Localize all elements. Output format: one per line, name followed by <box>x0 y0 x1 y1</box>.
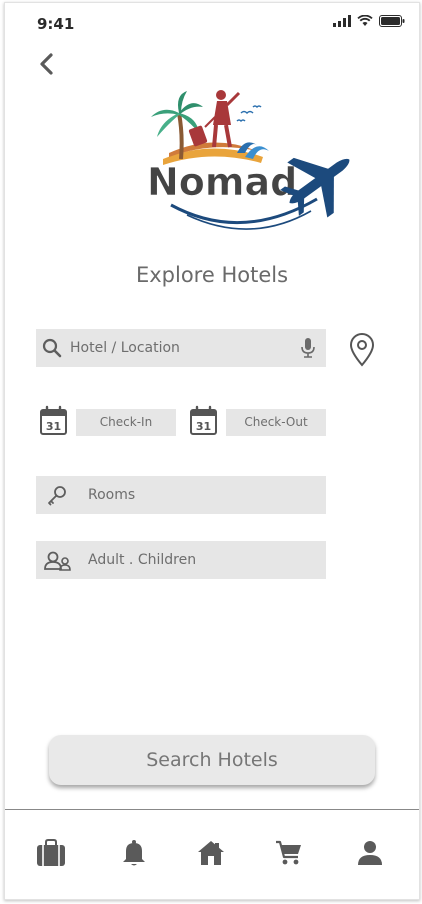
page-title: Explore Hotels <box>135 263 289 287</box>
home-icon <box>198 841 224 865</box>
tabbar-divider <box>5 809 419 810</box>
key-icon <box>48 486 66 506</box>
nomad-logo: Nomad <box>141 87 363 245</box>
check-out-calendar-icon[interactable]: 31 <box>189 405 219 437</box>
location-pin-icon <box>349 333 375 367</box>
hotel-search-input[interactable]: Hotel / Location <box>36 329 326 367</box>
user-icon <box>358 841 382 865</box>
guests-label: Adult . Children <box>88 552 197 568</box>
tab-notifications[interactable] <box>114 833 154 873</box>
tab-cart[interactable] <box>269 833 309 873</box>
phone-screen: 9:41 Nomad Explore Hotels Hotel / Locati… <box>4 2 420 900</box>
microphone-icon[interactable] <box>300 337 316 359</box>
bottom-tab-bar <box>5 833 419 883</box>
back-button[interactable] <box>35 51 59 79</box>
status-bar: 9:41 <box>5 3 419 43</box>
wifi-icon <box>357 15 373 26</box>
check-in-calendar-icon[interactable]: 31 <box>39 405 69 437</box>
bell-icon <box>123 840 145 866</box>
status-icons <box>333 15 405 27</box>
signal-icon <box>333 15 351 27</box>
tab-home[interactable] <box>191 833 231 873</box>
brand-wordmark: Nomad <box>147 160 297 204</box>
hotel-search-placeholder: Hotel / Location <box>70 340 180 356</box>
check-out-calendar-day: 31 <box>196 420 211 433</box>
guests-field[interactable]: Adult . Children <box>36 541 326 579</box>
battery-icon <box>379 15 405 27</box>
check-in-field[interactable]: Check-In <box>76 409 176 436</box>
users-icon <box>44 551 71 571</box>
cart-icon <box>276 840 301 865</box>
chevron-left-icon <box>40 53 53 75</box>
status-time: 9:41 <box>37 15 75 33</box>
rooms-field[interactable]: Rooms <box>36 476 326 514</box>
current-location-button[interactable] <box>347 332 377 368</box>
tab-trips[interactable] <box>31 833 71 873</box>
tab-profile[interactable] <box>350 833 390 873</box>
search-hotels-button[interactable]: Search Hotels <box>49 735 375 785</box>
check-out-field[interactable]: Check-Out <box>226 409 326 436</box>
check-in-calendar-day: 31 <box>46 420 61 433</box>
search-icon <box>42 338 62 358</box>
rooms-label: Rooms <box>88 487 136 503</box>
briefcase-icon <box>37 839 65 866</box>
